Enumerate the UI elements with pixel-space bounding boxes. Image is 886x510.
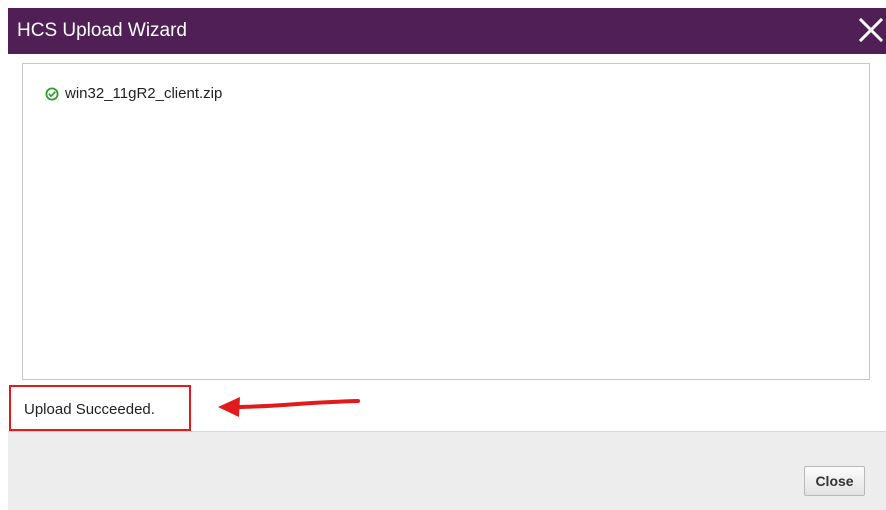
uploaded-files-panel: win32_11gR2_client.zip xyxy=(22,63,870,380)
close-button[interactable]: Close xyxy=(804,466,865,496)
file-list-item: win32_11gR2_client.zip xyxy=(45,85,222,102)
dialog-title-bar: HCS Upload Wizard xyxy=(8,8,886,54)
file-name: win32_11gR2_client.zip xyxy=(65,85,223,102)
dialog-footer: Close xyxy=(8,431,886,510)
upload-wizard-dialog: HCS Upload Wizard win32_11gR2_client.zip… xyxy=(8,8,886,510)
close-icon[interactable] xyxy=(856,15,886,45)
upload-status-highlight: Upload Succeeded. xyxy=(9,385,191,431)
red-arrow-icon xyxy=(218,397,360,417)
upload-status-text: Upload Succeeded. xyxy=(24,401,155,418)
dialog-title: HCS Upload Wizard xyxy=(17,20,187,41)
check-circle-icon xyxy=(45,87,59,100)
